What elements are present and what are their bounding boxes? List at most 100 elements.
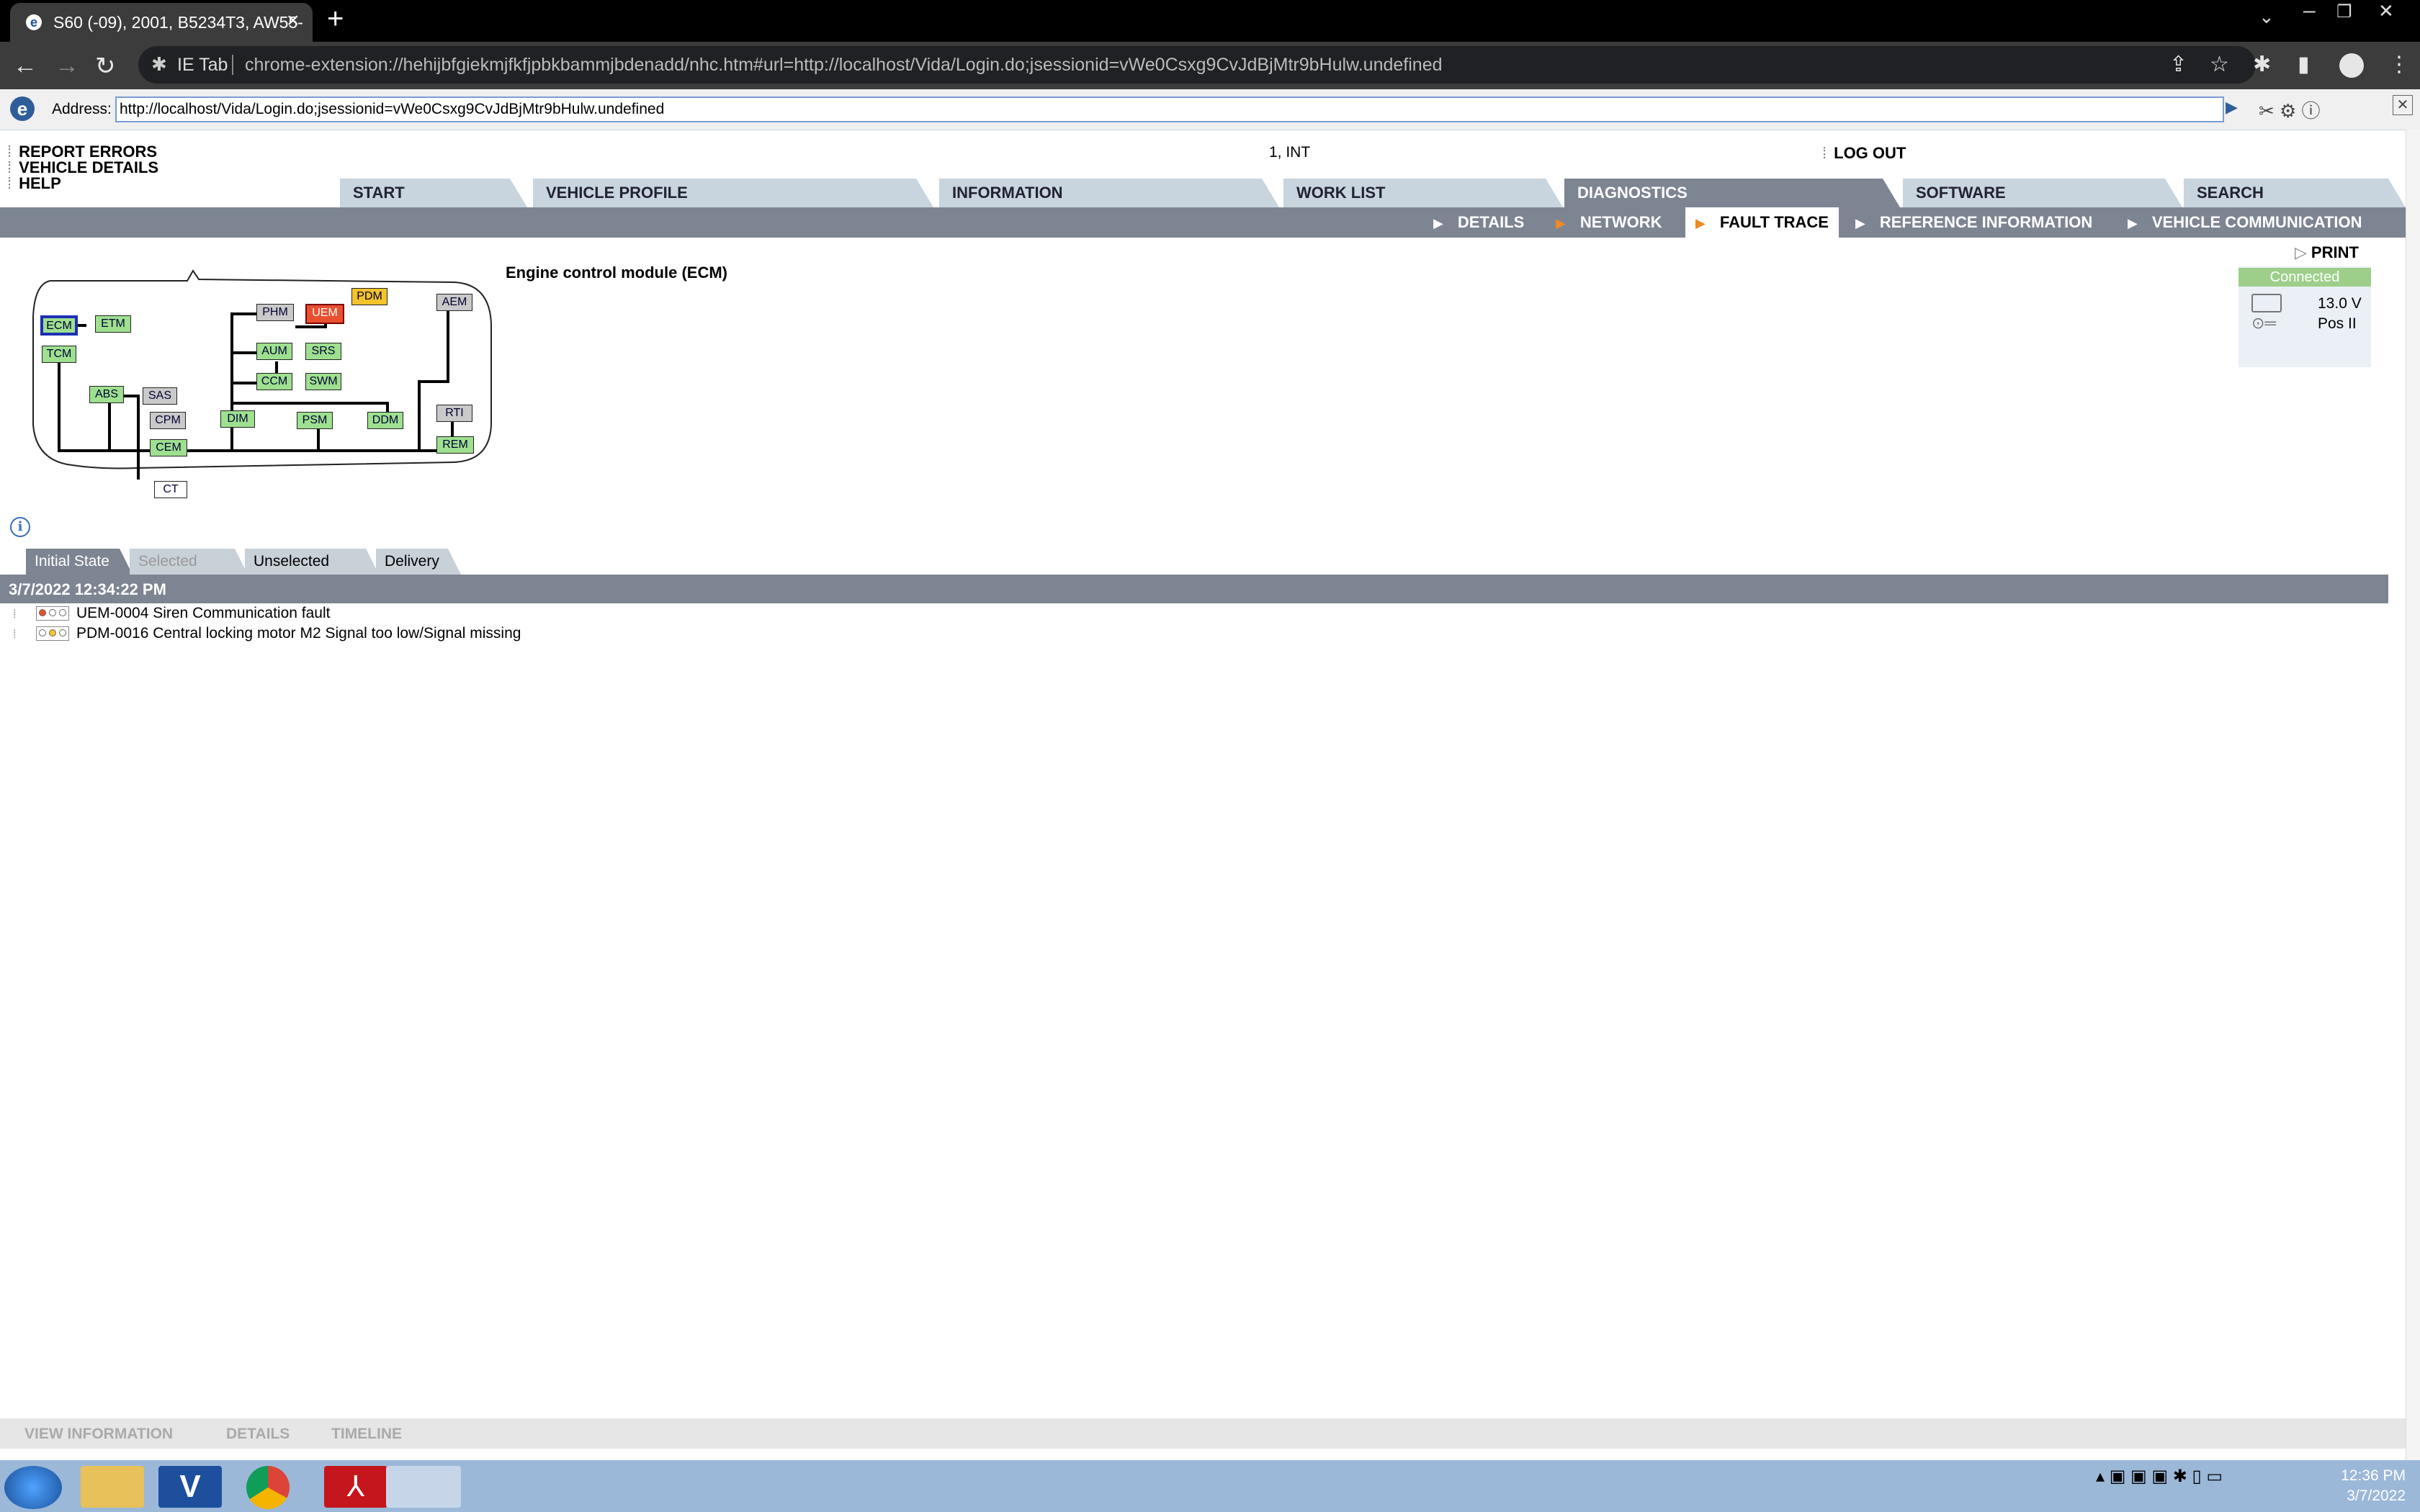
fault-lamp-icon <box>36 626 69 642</box>
tab-selected-csc[interactable]: Selected CSC <box>130 549 248 575</box>
node-dim[interactable]: DIM <box>220 410 255 428</box>
restore-icon[interactable]: ❐ <box>2336 1 2352 22</box>
tab-delivery[interactable]: Delivery <box>376 549 461 575</box>
new-tab-icon[interactable]: + <box>327 3 344 35</box>
vida-app-icon[interactable]: V <box>158 1466 222 1508</box>
reload-icon[interactable]: ↻ <box>95 52 116 81</box>
node-psm[interactable]: PSM <box>297 412 333 429</box>
address-input[interactable]: http://localhost/Vida/Login.do;jsessioni… <box>115 96 2224 122</box>
expand-icon[interactable]: ⁞ <box>13 608 26 621</box>
omnibox[interactable]: ✱ IE Tab chrome-extension://hehijbfgiekm… <box>138 46 2256 84</box>
arrow-right-icon: ▶ <box>1556 216 1566 230</box>
bookmark-star-icon[interactable]: ☆ <box>2210 52 2229 77</box>
arrow-right-icon: ▶ <box>1433 216 1443 230</box>
connected-badge: Connected <box>2238 268 2371 287</box>
system-tray-icons[interactable]: ▴ ▣ ▣ ▣ ✱ ▯ ▭ <box>2096 1466 2223 1487</box>
node-tcm[interactable]: TCM <box>42 346 76 363</box>
go-arrow-icon[interactable]: ▶ <box>2226 98 2238 117</box>
node-ct[interactable]: CT <box>154 481 187 498</box>
bus-line <box>58 449 447 452</box>
logout-link[interactable]: ⁞ LOG OUT <box>1822 144 1906 163</box>
close-tab-icon[interactable]: × <box>287 9 300 33</box>
node-swm[interactable]: SWM <box>305 373 341 390</box>
fault-row[interactable]: ⁞ PDM-0016 Central locking motor M2 Signa… <box>13 625 521 642</box>
file-explorer-icon[interactable] <box>81 1466 144 1508</box>
node-cem[interactable]: CEM <box>150 439 187 456</box>
module-title: Engine control module (ECM) <box>506 264 727 282</box>
node-ddm[interactable]: DDM <box>367 412 403 429</box>
fault-row[interactable]: ⁞ UEM-0004 Siren Communication fault <box>13 605 331 622</box>
battery-voltage: 13.0 V <box>2318 295 2362 312</box>
subtab-network[interactable]: ▶ NETWORK <box>1556 207 1662 238</box>
omnibox-url[interactable]: chrome-extension://hehijbfgiekmjfkfjpbkb… <box>245 55 1443 76</box>
tab-information[interactable]: INFORMATION <box>939 179 1279 207</box>
info-icon[interactable]: i <box>10 517 30 537</box>
tab-search-icon[interactable]: ⌄ <box>2259 6 2275 28</box>
tab-start[interactable]: START <box>340 179 527 207</box>
share-icon[interactable]: ⇪ <box>2169 52 2187 77</box>
tab-vehicle-profile[interactable]: VEHICLE PROFILE <box>533 179 933 207</box>
node-srs[interactable]: SRS <box>305 343 341 360</box>
expand-icon[interactable]: ⁞ <box>13 629 26 642</box>
help-link[interactable]: ⁞ HELP <box>7 174 61 193</box>
print-link[interactable]: ▷ PRINT <box>2295 243 2359 262</box>
subtab-details[interactable]: ▶ DETAILS <box>1433 207 1524 238</box>
network-diagram: ECM ETM TCM ABS SAS CPM CEM CT DIM PHM U… <box>29 266 497 498</box>
extensions-icon[interactable]: ✱ <box>2253 52 2271 77</box>
node-ccm[interactable]: CCM <box>256 373 292 390</box>
node-aem[interactable]: AEM <box>436 294 472 311</box>
tab-diagnostics[interactable]: DIAGNOSTICS <box>1564 179 1900 207</box>
ie-tools-icon[interactable]: ✂ ⚙ ⓘ <box>2259 96 2321 123</box>
node-aum[interactable]: AUM <box>256 343 292 360</box>
tab-search[interactable]: SEARCH <box>2184 179 2406 207</box>
node-rti[interactable]: RTI <box>436 405 472 422</box>
session-date-band: 3/7/2022 12:34:22 PM <box>0 575 2388 603</box>
window-close-icon[interactable]: ✕ <box>2378 0 2394 22</box>
chrome-active-icon[interactable] <box>386 1466 461 1508</box>
details-button[interactable]: DETAILS <box>226 1426 290 1443</box>
subtab-vehicle-communication[interactable]: ▶ VEHICLE COMMUNICATION <box>2128 207 2362 238</box>
node-rem[interactable]: REM <box>436 436 474 454</box>
node-ecm[interactable]: ECM <box>40 315 78 336</box>
minimize-icon[interactable]: – <box>2303 0 2316 23</box>
bus-line <box>230 402 389 405</box>
sub-navigation: ▶ DETAILS ▶ NETWORK ▶ FAULT TRACE ▶ REFERENC… <box>0 207 2406 238</box>
browser-tab[interactable]: e S60 (-09), 2001, B5234T3, AW55- × <box>10 3 313 42</box>
browser-tab-title: S60 (-09), 2001, B5234T3, AW55- <box>53 13 303 32</box>
start-button-icon[interactable] <box>4 1466 62 1509</box>
arrow-right-icon: ▷ <box>2295 243 2307 261</box>
node-uem[interactable]: UEM <box>305 304 344 324</box>
node-etm[interactable]: ETM <box>95 315 131 333</box>
acrobat-icon[interactable]: ⅄ <box>324 1466 387 1508</box>
view-information-button[interactable]: VIEW INFORMATION <box>24 1426 173 1443</box>
forward-icon[interactable]: → <box>55 52 79 80</box>
timeline-button[interactable]: TIMELINE <box>331 1426 402 1443</box>
omnibox-label: IE Tab <box>177 55 228 75</box>
side-panel-icon[interactable]: ▮ <box>2298 52 2310 77</box>
arrow-right-icon: ▶ <box>2128 216 2138 230</box>
node-sas[interactable]: SAS <box>143 387 177 405</box>
tab-work-list[interactable]: WORK LIST <box>1283 179 1563 207</box>
node-cpm[interactable]: CPM <box>150 412 186 429</box>
subtab-reference-information[interactable]: ▶ REFERENCE INFORMATION <box>1855 207 2092 238</box>
bus-line <box>418 380 449 383</box>
extension-puzzle-icon: ✱ <box>151 53 167 75</box>
tab-unselected-csc[interactable]: Unselected CSC <box>245 549 379 575</box>
taskbar-clock[interactable]: 12:36 PM 3/7/2022 <box>2312 1466 2406 1506</box>
ignition-key-icon: ⊙═ <box>2251 314 2277 332</box>
tab-initial-state[interactable]: Initial State <box>26 549 133 575</box>
subtab-fault-trace[interactable]: ▶ FAULT TRACE <box>1685 207 1839 238</box>
node-pdm[interactable]: PDM <box>351 288 387 305</box>
bus-line <box>137 395 140 480</box>
ie-close-icon[interactable]: ✕ <box>2393 95 2413 115</box>
node-phm[interactable]: PHM <box>256 304 294 321</box>
connection-status-panel: Connected 13.0 V ⊙═ Pos II <box>2238 266 2371 367</box>
back-icon[interactable]: ← <box>13 52 37 80</box>
taskbar: V ⅄ ▴ ▣ ▣ ▣ ✱ ▯ ▭ 12:36 PM 3/7/2022 <box>0 1460 2420 1512</box>
page-scrollbar[interactable] <box>2406 130 2420 1460</box>
profile-avatar-icon[interactable] <box>2339 53 2364 78</box>
menu-kebab-icon[interactable]: ⋮ <box>2388 52 2410 77</box>
tab-software[interactable]: SOFTWARE <box>1903 179 2182 207</box>
node-abs[interactable]: ABS <box>89 386 124 403</box>
chrome-icon[interactable] <box>246 1466 290 1509</box>
